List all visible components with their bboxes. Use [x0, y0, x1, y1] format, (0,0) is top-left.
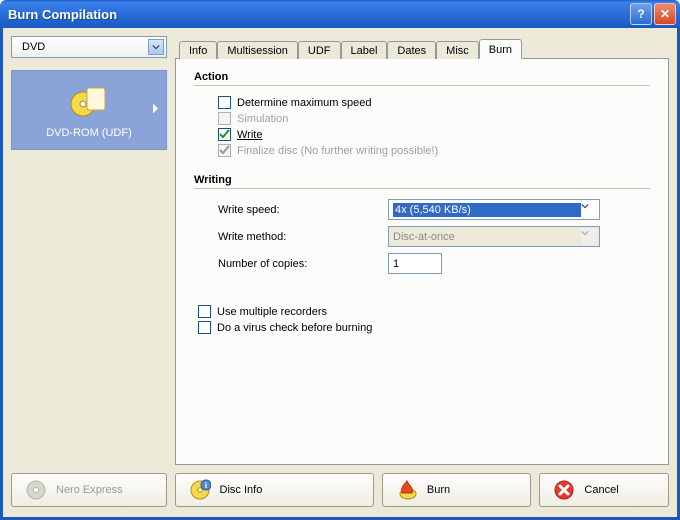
chevron-down-icon — [581, 201, 597, 218]
right-column: Info Multisession UDF Label Dates Misc B… — [175, 36, 669, 465]
tab-burn[interactable]: Burn — [479, 39, 522, 59]
finalize-checkbox — [218, 144, 231, 157]
write-speed-value: 4x (5,540 KB/s) — [393, 203, 581, 217]
virus-check-checkbox[interactable] — [198, 321, 211, 334]
bottom-bar: Nero Express i Disc Info Burn Cancel — [11, 473, 669, 509]
compilation-type-tile[interactable]: DVD-ROM (UDF) — [11, 70, 167, 150]
multi-recorders-row: Use multiple recorders — [198, 305, 650, 318]
burn-icon — [395, 478, 419, 502]
help-button[interactable]: ? — [630, 3, 652, 25]
tab-dates[interactable]: Dates — [387, 41, 436, 59]
chevron-right-icon — [152, 103, 160, 118]
burn-panel: Action Determine maximum speed Simulatio… — [175, 58, 669, 465]
determine-max-speed-label: Determine maximum speed — [237, 97, 372, 109]
determine-max-speed-row: Determine maximum speed — [218, 96, 650, 109]
nero-express-label: Nero Express — [56, 484, 123, 496]
multi-recorders-label: Use multiple recorders — [217, 306, 327, 318]
write-speed-label: Write speed: — [218, 204, 388, 216]
burn-button[interactable]: Burn — [382, 473, 532, 507]
chevron-down-icon — [148, 39, 164, 55]
num-copies-label: Number of copies: — [218, 258, 388, 270]
virus-check-row: Do a virus check before burning — [198, 321, 650, 334]
cancel-icon — [552, 478, 576, 502]
media-type-dropdown[interactable]: DVD — [11, 36, 167, 58]
divider — [194, 188, 650, 189]
write-method-row: Write method: Disc-at-once — [218, 226, 650, 247]
virus-check-label: Do a virus check before burning — [217, 322, 372, 334]
tab-label[interactable]: Label — [341, 41, 388, 59]
write-speed-row: Write speed: 4x (5,540 KB/s) — [218, 199, 650, 220]
tab-udf[interactable]: UDF — [298, 41, 341, 59]
finalize-label: Finalize disc (No further writing possib… — [237, 145, 438, 157]
nero-express-icon — [24, 478, 48, 502]
window-body: DVD DVD-ROM (UDF) — [0, 28, 680, 520]
write-speed-select[interactable]: 4x (5,540 KB/s) — [388, 199, 600, 220]
burn-label: Burn — [427, 484, 450, 496]
simulation-row: Simulation — [218, 112, 650, 125]
cancel-label: Cancel — [584, 484, 618, 496]
simulation-label: Simulation — [237, 113, 288, 125]
upper-area: DVD DVD-ROM (UDF) — [11, 36, 669, 465]
write-method-value: Disc-at-once — [393, 231, 581, 243]
write-label: Write — [237, 129, 262, 141]
tab-info[interactable]: Info — [179, 41, 217, 59]
multi-recorders-checkbox[interactable] — [198, 305, 211, 318]
titlebar: Burn Compilation ? ✕ — [0, 0, 680, 28]
tab-misc[interactable]: Misc — [436, 41, 479, 59]
action-heading: Action — [194, 71, 650, 83]
close-icon: ✕ — [660, 7, 670, 21]
write-method-select: Disc-at-once — [388, 226, 600, 247]
writing-heading: Writing — [194, 174, 650, 186]
nero-express-button[interactable]: Nero Express — [11, 473, 167, 507]
determine-max-speed-checkbox[interactable] — [218, 96, 231, 109]
help-icon: ? — [637, 7, 644, 21]
dvd-rom-udf-icon — [69, 82, 109, 121]
window-title: Burn Compilation — [8, 7, 628, 22]
tab-multisession[interactable]: Multisession — [217, 41, 298, 59]
num-copies-row: Number of copies: — [218, 253, 650, 274]
close-button[interactable]: ✕ — [654, 3, 676, 25]
write-row: Write — [218, 128, 650, 141]
write-method-label: Write method: — [218, 231, 388, 243]
finalize-row: Finalize disc (No further writing possib… — [218, 144, 650, 157]
disc-info-icon: i — [188, 478, 212, 502]
left-column: DVD DVD-ROM (UDF) — [11, 36, 167, 465]
tile-label: DVD-ROM (UDF) — [46, 127, 132, 139]
divider — [194, 85, 650, 86]
disc-info-button[interactable]: i Disc Info — [175, 473, 374, 507]
tabstrip: Info Multisession UDF Label Dates Misc B… — [175, 36, 669, 58]
chevron-down-icon — [581, 228, 597, 245]
write-checkbox[interactable] — [218, 128, 231, 141]
cancel-button[interactable]: Cancel — [539, 473, 669, 507]
simulation-checkbox — [218, 112, 231, 125]
disc-info-label: Disc Info — [220, 484, 263, 496]
num-copies-input[interactable] — [388, 253, 442, 274]
media-type-value: DVD — [22, 41, 45, 53]
